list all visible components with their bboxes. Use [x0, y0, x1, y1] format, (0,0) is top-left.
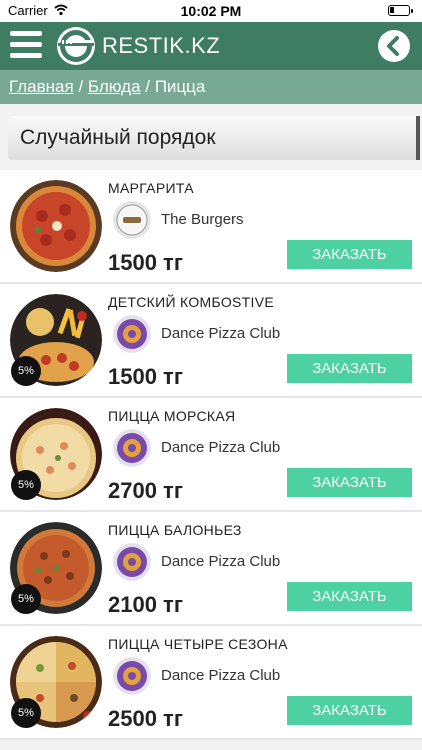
order-button[interactable]: ЗАКАЗАТЬ [287, 240, 412, 269]
dish-name: ПИЦЦА ЧЕТЫРЕ СЕЗОНА [108, 636, 288, 652]
dish-name: ПИЦЦА БАЛОНЬЕЗ [108, 522, 242, 538]
dish-name: ДЕТСКИЙ КОМБОSTIVE [108, 294, 274, 310]
sort-order-selector[interactable]: Случайный порядок [8, 116, 420, 160]
restaurant-logo [113, 201, 151, 239]
chevron-left-icon [387, 36, 399, 56]
back-button[interactable] [378, 30, 410, 62]
list-item[interactable]: МАРГАРИТА The Burgers 1500 тг ЗАКАЗАТЬ [0, 170, 422, 284]
discount-badge: 5% [11, 470, 41, 500]
breadcrumb-separator: / [73, 77, 88, 96]
list-item[interactable]: 5% ПИЦЦА МОРСКАЯ Dance Pizza Club 2700 т… [0, 398, 422, 512]
dish-price: 2100 тг [108, 592, 183, 617]
brand-name: RESTIK.KZ [102, 33, 221, 58]
clock: 10:02 PM [180, 3, 242, 19]
list-item[interactable]: 5% ПИЦЦА ЧЕТЫРЕ СЕЗОНА Dance Pizza Club … [0, 626, 422, 740]
breadcrumb-current: Пицца [154, 77, 206, 96]
logo-icon [57, 27, 95, 65]
dish-image [10, 180, 102, 272]
breadcrumb-home-link[interactable]: Главная [9, 77, 74, 96]
restaurant-name: Dance Pizza Club [161, 667, 281, 684]
restaurant-name: The Burgers [161, 211, 244, 228]
status-bar: Carrier 10:02 PM [0, 0, 422, 22]
dish-name: ПИЦЦА МОРСКАЯ [108, 408, 236, 424]
dish-list: МАРГАРИТА The Burgers 1500 тг ЗАКАЗАТЬ 5… [0, 170, 422, 740]
restaurant-logo [113, 429, 151, 467]
dish-price: 1500 тг [108, 250, 183, 275]
restaurant-logo [113, 543, 151, 581]
breadcrumb: Главная / Блюда / Пицца [0, 70, 422, 104]
battery-icon [388, 5, 413, 16]
order-button[interactable]: ЗАКАЗАТЬ [287, 582, 412, 611]
dish-price: 2700 тг [108, 478, 183, 503]
breadcrumb-dishes-link[interactable]: Блюда [88, 77, 141, 96]
breadcrumb-separator: / [140, 77, 155, 96]
dish-name: МАРГАРИТА [108, 180, 194, 196]
discount-badge: 5% [11, 356, 41, 386]
list-item[interactable]: 5% ДЕТСКИЙ КОМБОSTIVE Dance Pizza Club 1… [0, 284, 422, 398]
restaurant-name: Dance Pizza Club [161, 553, 281, 570]
restaurant-name: Dance Pizza Club [161, 439, 281, 456]
order-button[interactable]: ЗАКАЗАТЬ [287, 468, 412, 497]
dish-price: 2500 тг [108, 706, 183, 731]
order-button[interactable]: ЗАКАЗАТЬ [287, 696, 412, 725]
dish-price: 1500 тг [108, 364, 183, 389]
hamburger-menu-icon[interactable] [10, 31, 42, 61]
sort-order-label: Случайный порядок [20, 126, 216, 149]
restaurant-name: Dance Pizza Club [161, 325, 281, 342]
discount-badge: 5% [11, 584, 41, 614]
list-item[interactable]: 5% ПИЦЦА БАЛОНЬЕЗ Dance Pizza Club 2100 … [0, 512, 422, 626]
restaurant-logo [113, 657, 151, 695]
app-header: RESTIK.KZ [0, 22, 422, 70]
discount-badge: 5% [11, 698, 41, 728]
order-button[interactable]: ЗАКАЗАТЬ [287, 354, 412, 383]
restaurant-logo [113, 315, 151, 353]
